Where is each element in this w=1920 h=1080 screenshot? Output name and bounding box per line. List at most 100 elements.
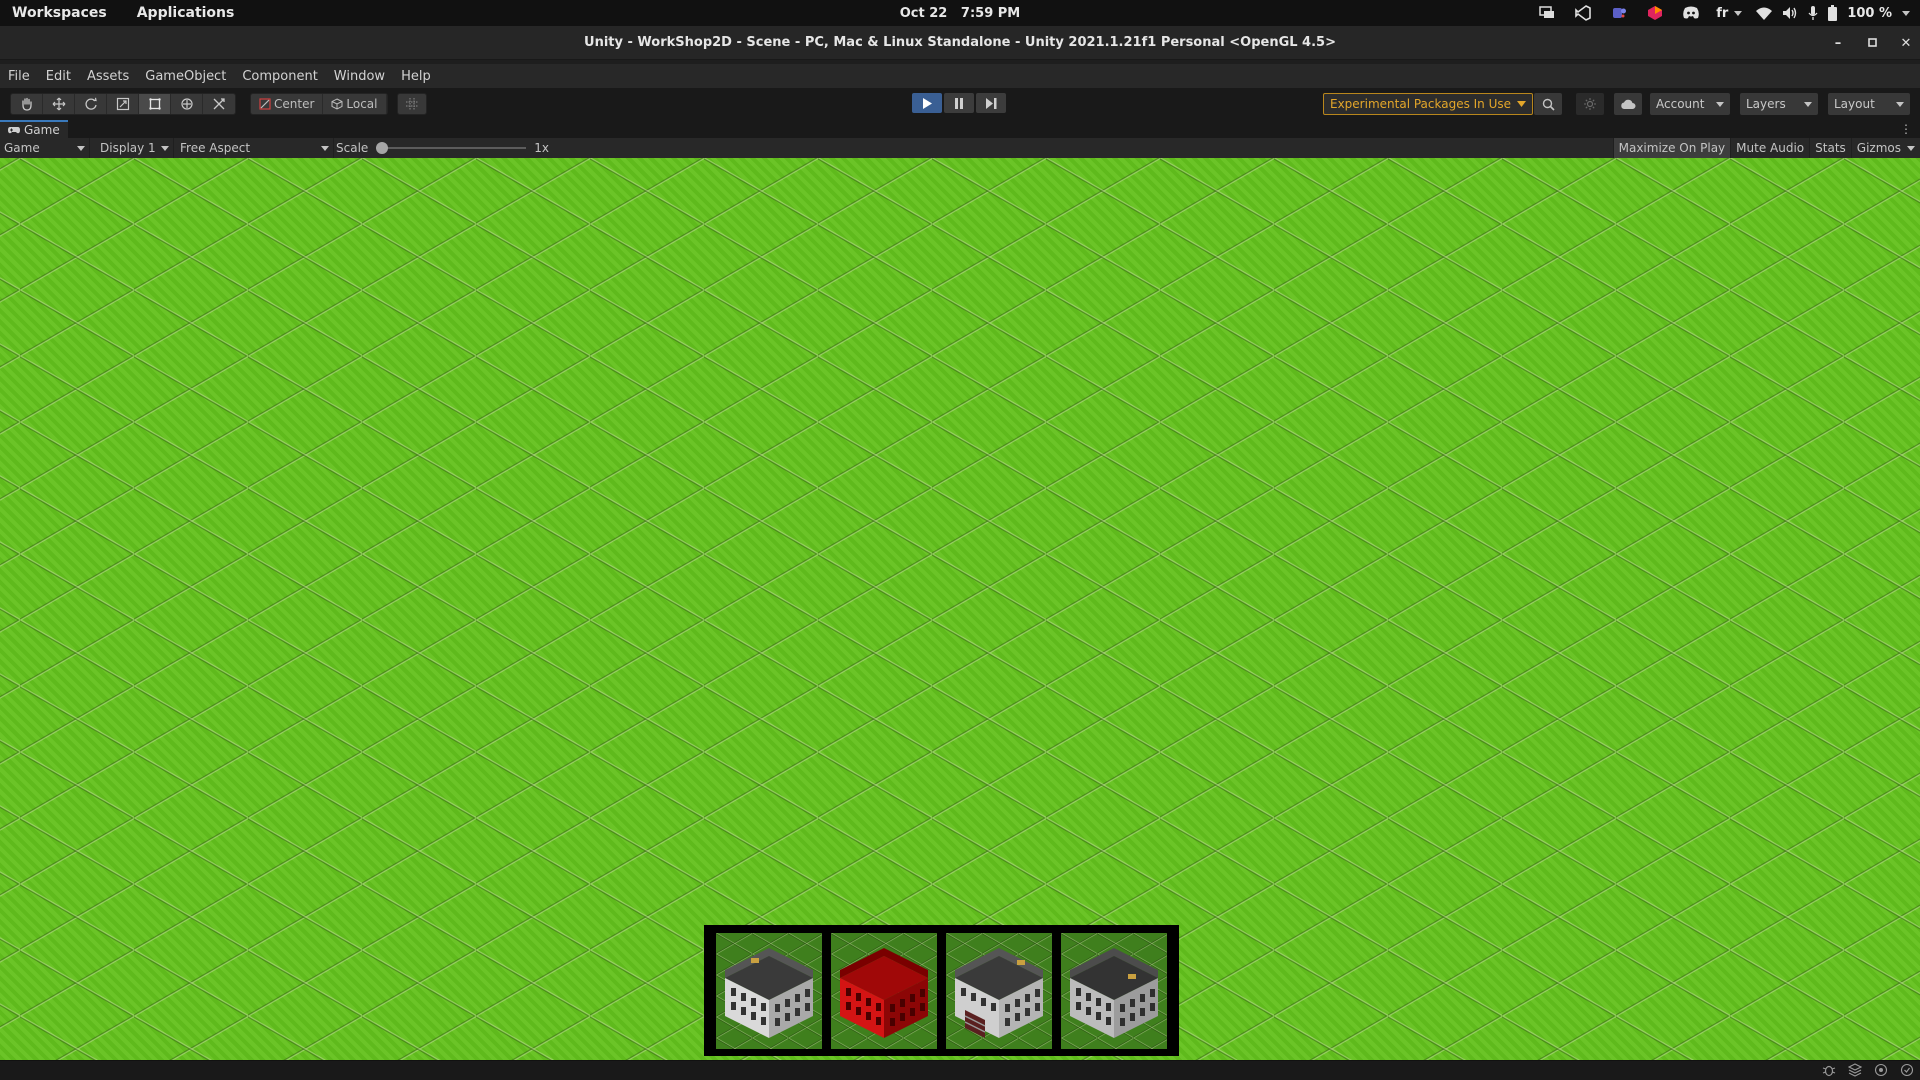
experimental-packages-label: Experimental Packages In Use (1330, 97, 1512, 111)
check-circle-icon[interactable] (1900, 1063, 1914, 1077)
gamepad-icon (8, 127, 20, 134)
aspect-dropdown[interactable]: Free Aspect (176, 138, 334, 158)
menu-file[interactable]: File (8, 69, 30, 84)
microphone-icon (1808, 6, 1818, 20)
system-status-menu[interactable]: 100 % (1756, 5, 1910, 21)
rect-tool-icon[interactable] (139, 94, 171, 114)
account-dropdown[interactable]: Account (1650, 93, 1730, 115)
play-icon (923, 97, 932, 109)
clock-time[interactable]: 7:59 PM (961, 6, 1020, 21)
menu-edit[interactable]: Edit (46, 69, 71, 84)
step-icon (985, 97, 996, 109)
stats-toggle[interactable]: Stats (1809, 138, 1851, 158)
account-label: Account (1656, 97, 1705, 111)
building-slot-1[interactable] (716, 932, 822, 1049)
pause-button[interactable] (944, 93, 974, 113)
display-label: Display 1 (100, 141, 156, 155)
move-tool-icon[interactable] (43, 94, 75, 114)
layers-stack-icon[interactable] (1848, 1063, 1862, 1077)
maximize-icon[interactable] (1866, 36, 1878, 51)
game-view-toolbar: Game Display 1 Free Aspect Scale 1x Maxi… (0, 138, 1920, 158)
tab-game[interactable]: Game (0, 120, 68, 138)
menu-window[interactable]: Window (334, 69, 385, 84)
keyboard-layout-label: fr (1716, 5, 1729, 21)
search-button[interactable] (1534, 93, 1562, 115)
app-tray-icon[interactable] (1644, 4, 1666, 22)
more-options-icon[interactable]: ⋮ (1900, 122, 1912, 136)
grid-snap-group (397, 93, 427, 115)
chevron-down-icon (77, 145, 85, 151)
building-selection-panel (704, 925, 1179, 1056)
window-title: Unity - WorkShop2D - Scene - PC, Mac & L… (584, 35, 1336, 50)
chevron-down-icon (1804, 101, 1812, 107)
building-slot-3[interactable] (946, 932, 1052, 1049)
scale-slider-knob[interactable] (376, 142, 389, 154)
teams-icon[interactable] (1608, 4, 1630, 22)
rotate-tool-icon[interactable] (75, 94, 107, 114)
pivot-toggles: Center Local (250, 93, 388, 115)
mute-audio-toggle[interactable]: Mute Audio (1730, 138, 1809, 158)
menu-component[interactable]: Component (242, 69, 317, 84)
building-slot-4[interactable] (1061, 932, 1167, 1049)
grey-apartment-icon (1070, 947, 1158, 1038)
discord-icon[interactable] (1680, 4, 1702, 22)
view-mode-label: Game (4, 141, 40, 155)
system-top-bar: Workspaces Applications Oct 22 7:59 PM f… (0, 0, 1920, 26)
chevron-down-icon (1907, 145, 1915, 151)
playmode-controls (912, 93, 1006, 113)
vscode-icon[interactable] (1572, 4, 1594, 22)
layers-dropdown[interactable]: Layers (1740, 93, 1818, 115)
grid-snap-icon[interactable] (398, 94, 426, 114)
maximize-on-play-toggle[interactable]: Maximize On Play (1612, 138, 1731, 158)
collab-button[interactable] (1576, 93, 1604, 115)
step-button[interactable] (976, 93, 1006, 113)
scale-tool-icon[interactable] (107, 94, 139, 114)
view-mode-dropdown[interactable]: Game (0, 138, 90, 158)
pivot-center-button[interactable]: Center (251, 94, 324, 114)
white-apartment-stairs-icon (955, 947, 1043, 1038)
battery-level: 100 % (1847, 5, 1892, 21)
menu-help[interactable]: Help (401, 69, 431, 84)
layout-dropdown[interactable]: Layout (1828, 93, 1910, 115)
battery-icon (1828, 5, 1838, 21)
bug-icon[interactable] (1822, 1063, 1836, 1077)
scale-value: 1x (534, 141, 550, 155)
experimental-packages-dropdown[interactable]: Experimental Packages In Use (1323, 93, 1534, 115)
status-bar (0, 1060, 1920, 1080)
clock-date[interactable]: Oct 22 (900, 6, 948, 21)
close-icon[interactable]: ✕ (1900, 36, 1912, 51)
play-button[interactable] (912, 93, 942, 113)
scale-slider[interactable] (376, 142, 527, 154)
building-slot-2[interactable] (831, 932, 937, 1049)
applications-button[interactable]: Applications (137, 5, 235, 21)
network-icon[interactable] (1874, 1063, 1888, 1077)
keyboard-layout-menu[interactable]: fr (1716, 5, 1743, 21)
cloud-button[interactable] (1614, 93, 1642, 115)
cube-icon (331, 98, 343, 110)
window-titlebar: Unity - WorkShop2D - Scene - PC, Mac & L… (0, 26, 1920, 60)
stats-label: Stats (1815, 141, 1846, 155)
chevron-down-icon (1716, 101, 1724, 107)
minimize-icon[interactable]: – (1832, 36, 1844, 51)
tab-game-label: Game (24, 123, 60, 137)
pause-icon (955, 97, 963, 109)
cloud-icon (1621, 99, 1636, 109)
pivot-local-label: Local (346, 97, 378, 111)
pivot-local-button[interactable]: Local (323, 94, 387, 114)
layout-label: Layout (1834, 97, 1875, 111)
menu-bar: File Edit Assets GameObject Component Wi… (0, 64, 1920, 88)
custom-tool-icon[interactable] (203, 94, 235, 114)
game-tab-bar: Game ⋮ (0, 120, 1920, 138)
gizmos-dropdown[interactable]: Gizmos (1850, 138, 1920, 158)
aspect-label: Free Aspect (180, 141, 251, 155)
workspaces-button[interactable]: Workspaces (12, 5, 107, 21)
game-viewport[interactable] (0, 158, 1920, 1060)
menu-assets[interactable]: Assets (87, 69, 129, 84)
hand-tool-icon[interactable] (11, 94, 43, 114)
screen-share-icon[interactable] (1536, 4, 1558, 22)
display-dropdown[interactable]: Display 1 (96, 138, 174, 158)
chevron-down-icon (1902, 10, 1910, 16)
maximize-on-play-label: Maximize On Play (1618, 141, 1726, 155)
transform-tool-icon[interactable] (171, 94, 203, 114)
menu-gameobject[interactable]: GameObject (145, 69, 226, 84)
